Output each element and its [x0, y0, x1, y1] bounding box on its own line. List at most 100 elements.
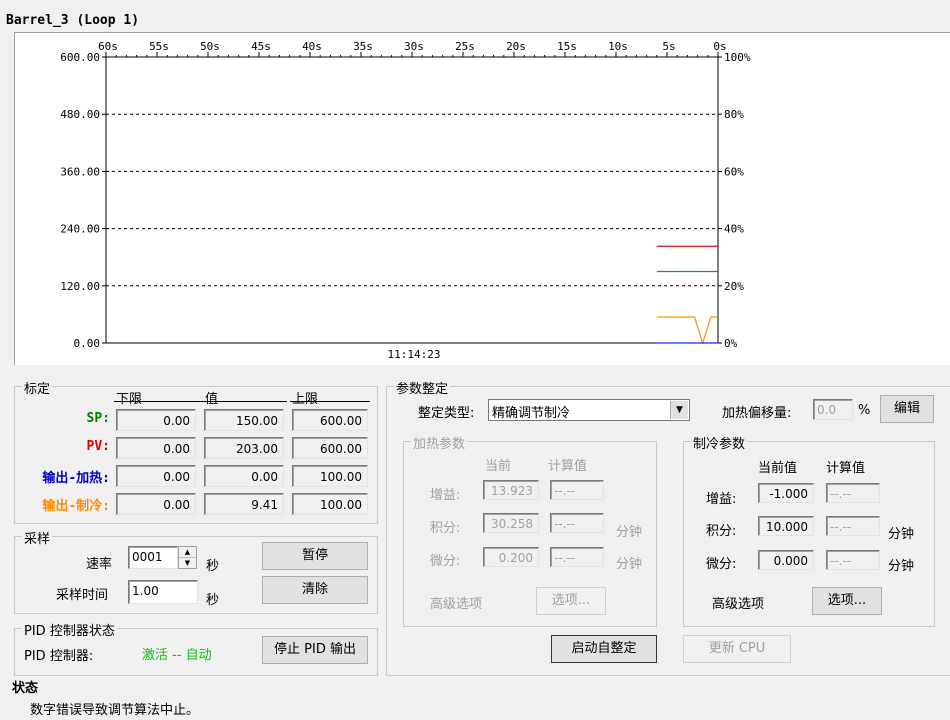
- cool-derivative-calc: --.--: [826, 550, 880, 570]
- x-tick-label: 45s: [251, 40, 271, 53]
- x-tick-label: 50s: [200, 40, 220, 53]
- x-tick-label: 5s: [662, 40, 675, 53]
- clear-button[interactable]: 清除: [262, 576, 368, 604]
- calib-value-field: 203.00: [204, 437, 284, 459]
- calib-high-field[interactable]: 100.00: [292, 465, 368, 487]
- calib-high-field[interactable]: 100.00: [292, 493, 368, 515]
- heat-gain-calc: --.--: [550, 480, 604, 500]
- col-value-header: 值: [205, 392, 219, 407]
- pause-button[interactable]: 暂停: [262, 542, 368, 570]
- rate-input[interactable]: 0001: [128, 546, 178, 569]
- trend-chart: 600.00 100% 480.00 80% 360.00 60% 240.00 40% 120…: [60, 40, 751, 361]
- col-value-underline: [203, 401, 287, 402]
- y-tick-label: 240.00: [60, 223, 100, 236]
- cool-derivative-unit: 分钟: [888, 559, 915, 574]
- cool-advanced-label: 高级选项: [712, 597, 765, 612]
- status-heading: 状态: [12, 681, 39, 696]
- y2-tick-label: 100%: [724, 51, 751, 64]
- cool-integral-unit: 分钟: [888, 527, 915, 542]
- calib-low-field[interactable]: 0.00: [116, 409, 196, 431]
- y-tick-label: 480.00: [60, 108, 100, 121]
- x-tick-label: 15s: [557, 40, 577, 53]
- y2-tick-label: 80%: [724, 108, 744, 121]
- y-tick-label: 360.00: [60, 165, 100, 178]
- cool-params-legend: 制冷参数: [691, 433, 748, 452]
- spin-up-icon[interactable]: ▲: [179, 547, 196, 558]
- update-cpu-button[interactable]: 更新 CPU: [683, 635, 791, 663]
- heat-params-legend: 加热参数: [411, 433, 468, 452]
- heat-gain-label: 增益:: [430, 488, 461, 503]
- calib-high-field[interactable]: 600.00: [292, 437, 368, 459]
- heat-options-button[interactable]: 选项...: [536, 587, 606, 615]
- tuning-type-select[interactable]: 精确调节制冷 ▼: [488, 399, 690, 421]
- heat-integral-unit: 分钟: [616, 525, 643, 540]
- cool-gain-calc: --.--: [826, 483, 880, 503]
- pid-controller-label: PID 控制器:: [24, 649, 94, 664]
- y2-tick-label: 60%: [724, 165, 744, 178]
- col-low-header: 下限: [116, 392, 143, 407]
- calib-high-field[interactable]: 600.00: [292, 409, 368, 431]
- heat-integral-current: 30.258: [483, 513, 539, 533]
- x-tick-label: 55s: [149, 40, 169, 53]
- calib-low-field[interactable]: 0.00: [116, 493, 196, 515]
- pid-status-value: 激活 -- 自动: [142, 648, 212, 663]
- tuning-legend: 参数整定: [394, 378, 451, 397]
- cool-col-calc: 计算值: [826, 461, 866, 476]
- heat-col-calc: 计算值: [548, 459, 588, 474]
- heat-offset-label: 加热偏移量:: [722, 406, 792, 421]
- heat-derivative-current: 0.200: [483, 547, 539, 567]
- calib-row-label: 输出-制冷:: [42, 499, 110, 514]
- sample-time-input[interactable]: 1.00: [128, 580, 198, 604]
- sample-time-label: 采样时间: [56, 588, 109, 603]
- cool-integral-label: 积分:: [706, 524, 737, 539]
- cool-integral-current[interactable]: 10.000: [758, 516, 814, 536]
- series-line: [656, 316, 718, 346]
- tuning-type-value: 精确调节制冷: [492, 406, 571, 421]
- cool-derivative-label: 微分:: [706, 557, 737, 572]
- pid-status-legend: PID 控制器状态: [22, 620, 117, 639]
- calib-value-field: 150.00: [204, 409, 284, 431]
- col-low-underline: [114, 401, 204, 402]
- tuning-type-label: 整定类型:: [418, 406, 475, 421]
- y-tick-label: 120.00: [60, 280, 100, 293]
- cool-gain-current[interactable]: -1.000: [758, 483, 814, 503]
- cool-integral-calc: --.--: [826, 516, 880, 536]
- calibration-legend: 标定: [22, 378, 53, 397]
- x-tick-label: 25s: [455, 40, 475, 53]
- status-message: 数字错误导致调节算法中止。: [30, 703, 200, 718]
- y-tick-label: 0.00: [74, 337, 101, 350]
- calib-low-field[interactable]: 0.00: [116, 437, 196, 459]
- y-tick-label: 600.00: [60, 51, 100, 64]
- y2-tick-label: 40%: [724, 223, 744, 236]
- cool-derivative-current[interactable]: 0.000: [758, 550, 814, 570]
- heat-col-current: 当前: [485, 459, 512, 474]
- spin-down-icon[interactable]: ▼: [179, 558, 196, 568]
- x-tick-label: 60s: [98, 40, 118, 53]
- stop-pid-output-button[interactable]: 停止 PID 输出: [262, 636, 368, 664]
- calib-row-label: SP:: [86, 411, 110, 426]
- heat-offset-input[interactable]: 0.0: [813, 399, 853, 420]
- sample-time-unit: 秒: [206, 593, 220, 608]
- x-tick-label: 0s: [713, 40, 726, 53]
- col-high-header: 上限: [292, 392, 319, 407]
- edit-button[interactable]: 编辑: [880, 395, 934, 423]
- calib-row-label: PV:: [86, 439, 110, 454]
- rate-unit: 秒: [206, 559, 220, 574]
- x-tick-label: 20s: [506, 40, 526, 53]
- start-autotune-button[interactable]: 启动自整定: [551, 635, 657, 663]
- rate-spinner[interactable]: ▲ ▼: [178, 546, 197, 569]
- x-tick-label: 10s: [608, 40, 628, 53]
- x-tick-label: 30s: [404, 40, 424, 53]
- calib-row-label: 输出-加热:: [42, 471, 110, 486]
- rate-label: 速率: [86, 557, 113, 572]
- calib-value-field: 0.00: [204, 465, 284, 487]
- calib-low-field[interactable]: 0.00: [116, 465, 196, 487]
- chevron-down-icon[interactable]: ▼: [670, 401, 688, 419]
- heat-integral-label: 积分:: [430, 521, 461, 536]
- cool-options-button[interactable]: 选项...: [812, 587, 882, 615]
- heat-integral-calc: --.--: [550, 513, 604, 533]
- cool-col-current: 当前值: [758, 461, 798, 476]
- heat-derivative-calc: --.--: [550, 547, 604, 567]
- x-tick-label: 40s: [302, 40, 322, 53]
- sampling-legend: 采样: [22, 528, 53, 547]
